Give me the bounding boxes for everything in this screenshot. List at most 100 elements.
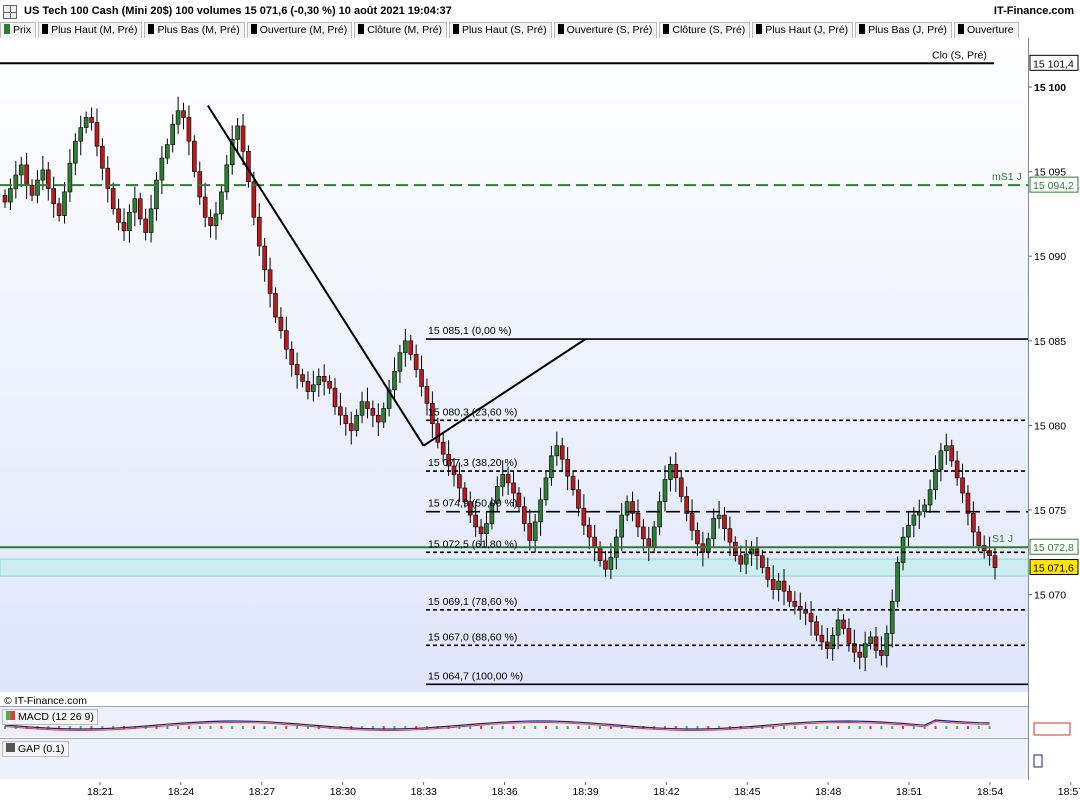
macd-histogram-bar <box>858 726 861 729</box>
time-tick-label: 18:42 <box>653 786 679 798</box>
candle-body <box>278 316 284 331</box>
candle-body <box>365 401 370 409</box>
candle-body <box>408 340 414 355</box>
candle-body <box>235 125 240 140</box>
candle-body <box>316 376 322 386</box>
candle-body <box>273 293 278 318</box>
macd-icon <box>6 711 15 720</box>
macd-histogram-bar <box>220 726 223 729</box>
candle-body <box>256 216 262 247</box>
time-tick-label: 18:33 <box>411 786 437 798</box>
candle-body <box>987 550 992 556</box>
candle-body <box>137 198 143 220</box>
candle-body <box>89 117 94 123</box>
candle-body <box>527 523 533 541</box>
macd-histogram-bar <box>599 726 602 729</box>
candle-body <box>24 164 29 186</box>
macd-histogram-bar <box>166 726 169 729</box>
candle-body <box>175 110 181 125</box>
gap-value-box <box>1033 754 1043 768</box>
time-tick-label: 18:51 <box>896 786 922 798</box>
candle-body <box>976 531 982 546</box>
candle-body <box>711 518 716 540</box>
macd-histogram-bar <box>501 726 504 729</box>
candle-body <box>327 381 332 389</box>
candle-body <box>895 562 900 602</box>
candle-body <box>359 401 365 416</box>
candle-body <box>262 245 267 271</box>
candle-body <box>760 555 765 568</box>
candle-body <box>305 381 311 392</box>
candle-body <box>219 191 224 215</box>
candle-body <box>132 198 138 213</box>
candle-body <box>846 628 852 644</box>
macd-histogram-bar <box>177 726 180 729</box>
gap-icon <box>6 743 15 752</box>
candle-body <box>413 354 419 370</box>
macd-histogram-bar <box>977 726 980 729</box>
candle-body <box>186 117 192 142</box>
candle-body <box>13 174 19 189</box>
candle-body <box>2 194 8 203</box>
candle-body <box>841 619 846 629</box>
candle-body <box>570 475 576 490</box>
macd-histogram-bar <box>296 726 299 729</box>
price-tick-label: 15 090 <box>1034 251 1066 263</box>
macd-legend[interactable]: MACD (12 26 9) <box>2 709 98 725</box>
candle-body <box>240 125 246 152</box>
macd-histogram-bar <box>783 726 786 729</box>
fibonacci-label: 15 067,0 (88,60 %) <box>428 631 517 643</box>
candle-body <box>879 650 884 656</box>
macd-histogram-bar <box>902 726 905 729</box>
candle-body <box>18 164 24 176</box>
fibonacci-label: 15 069,1 (78,60 %) <box>428 596 517 608</box>
candle-body <box>505 474 511 484</box>
time-tick-label: 18:36 <box>492 786 518 798</box>
last-price-label: 15 071,6 <box>1033 563 1074 575</box>
candle-body <box>116 208 121 223</box>
level-name: Clo (S, Pré) <box>932 49 987 61</box>
candle-body <box>695 530 700 545</box>
level-price-label: 15 101,4 <box>1033 58 1074 70</box>
candle-body <box>868 636 873 644</box>
candle-body <box>992 555 998 568</box>
macd-histogram-bar <box>815 726 818 729</box>
candle-body <box>873 636 879 651</box>
candle-body <box>289 348 295 365</box>
time-tick-label: 18:39 <box>572 786 598 798</box>
candle-body <box>911 514 917 526</box>
macd-histogram-bar <box>534 726 537 729</box>
candle-body <box>884 633 890 656</box>
gap-pane-background <box>0 739 1028 779</box>
candle-body <box>944 445 949 452</box>
candle-body <box>164 144 170 159</box>
candle-body <box>181 110 186 118</box>
candle-body <box>338 406 343 416</box>
macd-histogram-bar <box>242 726 245 729</box>
candle-body <box>922 504 927 512</box>
candle-body <box>960 477 965 494</box>
macd-histogram-bar <box>544 726 547 729</box>
macd-histogram-bar <box>891 726 894 729</box>
candle-body <box>749 548 754 555</box>
time-tick-label: 18:54 <box>977 786 1003 798</box>
gap-label: GAP (0.1) <box>18 743 65 755</box>
candle-body <box>933 469 938 490</box>
candle-body <box>121 222 127 232</box>
time-tick-label: 18:45 <box>734 786 760 798</box>
candle-body <box>284 330 289 350</box>
candle-body <box>889 601 895 634</box>
level-name: mS1 J <box>992 171 1022 183</box>
macd-histogram-bar <box>934 726 937 729</box>
gap-legend[interactable]: GAP (0.1) <box>2 741 69 757</box>
candle-body <box>565 458 570 477</box>
candle-body <box>311 384 316 392</box>
macd-histogram-bar <box>826 726 829 729</box>
candle-body <box>554 445 560 457</box>
candle-body <box>435 423 441 443</box>
macd-histogram-bar <box>837 726 840 729</box>
candle-body <box>586 524 592 538</box>
candle-body <box>608 557 614 570</box>
candle-body <box>202 196 208 218</box>
candle-body <box>603 560 608 570</box>
